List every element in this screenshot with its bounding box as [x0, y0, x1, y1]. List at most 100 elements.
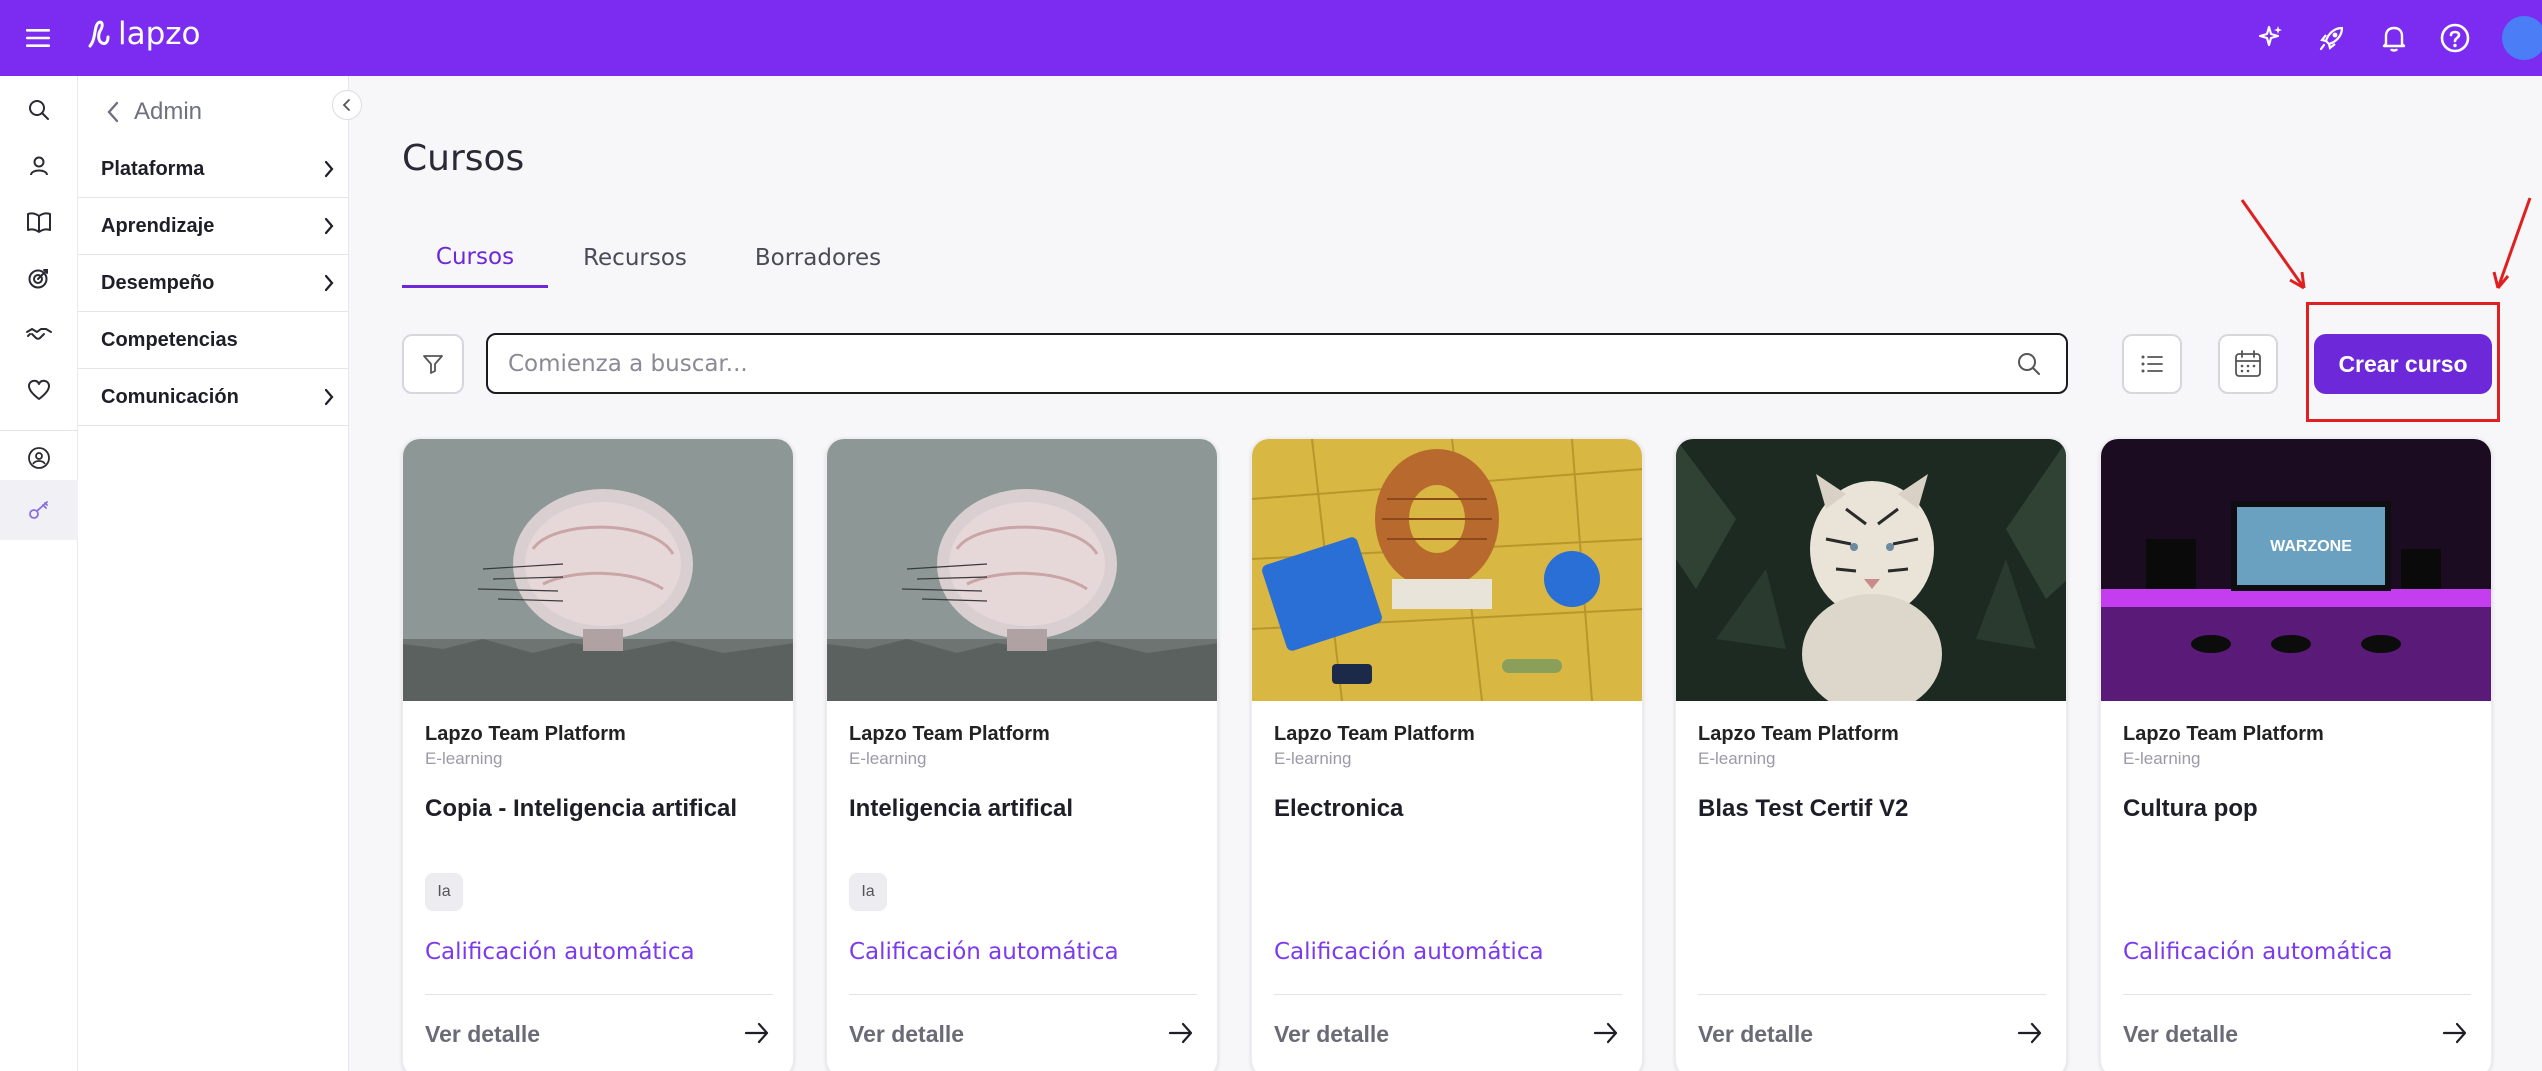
view-detail-link[interactable]: Ver detalle [2123, 1021, 2238, 1048]
course-title: Inteligencia artifical [849, 795, 1074, 822]
sidebar-item-label: Desempeño [101, 271, 215, 294]
tab-borradores[interactable]: Borradores [738, 228, 898, 288]
arrow-right-icon[interactable] [1592, 1019, 1620, 1047]
icon-rail [0, 76, 78, 1071]
tab-recursos[interactable]: Recursos [562, 228, 708, 288]
card-divider [425, 994, 773, 995]
chevron-right-icon [324, 217, 334, 235]
sidebar-item-label: Competencias [101, 328, 238, 351]
view-detail-link[interactable]: Ver detalle [1274, 1021, 1389, 1048]
admin-sidebar: Admin Plataforma Aprendizaje Desempeño C… [78, 76, 362, 1071]
arrow-right-icon[interactable] [2016, 1019, 2044, 1047]
auto-grading-label: Calificación automática [425, 939, 695, 965]
page-title: Cursos [402, 138, 525, 179]
card-divider [849, 994, 1197, 995]
course-tag: Ia [425, 873, 463, 911]
course-card[interactable]: Lapzo Team Platform E-learning Copia - I… [402, 438, 794, 1071]
course-title: Electronica [1274, 795, 1404, 822]
course-title: Copia - Inteligencia artifical [425, 795, 738, 822]
list-view-button[interactable] [2122, 334, 2182, 394]
admin-back-link[interactable]: Admin [106, 92, 202, 132]
electronics-image [1252, 439, 1642, 701]
search-input[interactable] [508, 350, 1968, 377]
course-title: Cultura pop [2123, 795, 2258, 822]
course-tag: Ia [849, 873, 887, 911]
tiger-image [1676, 439, 2066, 701]
top-bar: lapzo [0, 0, 2542, 76]
sidebar-item-comunicacion[interactable]: Comunicación [78, 369, 349, 426]
course-provider: Lapzo Team Platform [1698, 723, 1899, 745]
course-type: E-learning [425, 749, 503, 768]
menu-icon[interactable] [20, 20, 56, 56]
lapzo-logo[interactable]: lapzo [86, 16, 201, 52]
sidebar-item-competencias[interactable]: Competencias [78, 312, 349, 369]
user-icon[interactable] [19, 146, 59, 186]
search-icon[interactable] [2016, 351, 2042, 377]
sidebar-item-label: Comunicación [101, 385, 239, 408]
auto-grading-label: Calificación automática [1274, 939, 1544, 965]
view-detail-link[interactable]: Ver detalle [425, 1021, 540, 1048]
sparkles-icon[interactable] [2250, 18, 2290, 58]
rocket-icon[interactable] [2312, 18, 2352, 58]
annotation-arrows [2240, 197, 2532, 290]
chevron-right-icon [324, 388, 334, 406]
chevron-right-icon [324, 274, 334, 292]
gaming-setup-image: WARZONE [2101, 439, 2491, 701]
search-bar[interactable] [486, 333, 2068, 394]
rail-divider [0, 430, 78, 431]
logo-text: lapzo [118, 16, 201, 52]
filter-icon [423, 355, 443, 374]
book-icon[interactable] [19, 202, 59, 242]
course-provider: Lapzo Team Platform [2123, 723, 2324, 745]
chevron-right-icon [324, 160, 334, 178]
sidebar-item-desempeno[interactable]: Desempeño [78, 255, 349, 312]
sidebar-item-aprendizaje[interactable]: Aprendizaje [78, 198, 349, 255]
help-icon[interactable] [2435, 18, 2475, 58]
arrow-right-icon[interactable] [743, 1019, 771, 1047]
arrow-right-icon[interactable] [1167, 1019, 1195, 1047]
view-detail-link[interactable]: Ver detalle [1698, 1021, 1813, 1048]
sidebar-item-plataforma[interactable]: Plataforma [78, 141, 349, 198]
card-divider [1698, 994, 2046, 995]
search-icon[interactable] [19, 90, 59, 130]
chevron-left-icon [107, 101, 119, 123]
course-type: E-learning [1274, 749, 1352, 768]
course-type: E-learning [849, 749, 927, 768]
handshake-icon[interactable] [19, 314, 59, 354]
card-divider [2123, 994, 2471, 995]
auto-grading-label: Calificación automática [849, 939, 1119, 965]
course-card[interactable]: Lapzo Team Platform E-learning Electroni… [1251, 438, 1643, 1071]
bell-icon[interactable] [2374, 18, 2414, 58]
arrow-right-icon[interactable] [2441, 1019, 2469, 1047]
team-icon[interactable] [19, 438, 59, 478]
sidebar-item-label: Aprendizaje [101, 214, 215, 237]
list-icon [2141, 355, 2163, 373]
course-title: Blas Test Certif V2 [1698, 795, 1909, 822]
brain-image [827, 439, 1217, 701]
view-detail-link[interactable]: Ver detalle [849, 1021, 964, 1048]
course-card[interactable]: WARZONE Lapzo Team Platform E-learning C… [2100, 438, 2492, 1071]
course-type: E-learning [2123, 749, 2201, 768]
auto-grading-label: Calificación automática [2123, 939, 2393, 965]
course-type: E-learning [1698, 749, 1776, 768]
brain-image [403, 439, 793, 701]
tab-cursos[interactable]: Cursos [402, 228, 548, 288]
course-provider: Lapzo Team Platform [425, 723, 626, 745]
tab-bar: Cursos Recursos Borradores [402, 228, 922, 288]
svg-text:WARZONE: WARZONE [2270, 538, 2352, 555]
calendar-view-button[interactable] [2218, 334, 2278, 394]
course-card[interactable]: Lapzo Team Platform E-learning Inteligen… [826, 438, 1218, 1071]
target-icon[interactable] [19, 258, 59, 298]
course-provider: Lapzo Team Platform [849, 723, 1050, 745]
course-card[interactable]: Lapzo Team Platform E-learning Blas Test… [1675, 438, 2067, 1071]
heart-icon[interactable] [19, 370, 59, 410]
key-icon[interactable] [19, 490, 59, 530]
sidebar-item-label: Plataforma [101, 157, 205, 180]
collapse-sidebar-button[interactable] [332, 90, 362, 120]
calendar-icon [2235, 350, 2261, 377]
card-divider [1274, 994, 1622, 995]
create-course-button[interactable]: Crear curso [2314, 334, 2492, 394]
user-avatar[interactable] [2502, 16, 2542, 60]
filter-button[interactable] [402, 334, 464, 394]
course-provider: Lapzo Team Platform [1274, 723, 1475, 745]
